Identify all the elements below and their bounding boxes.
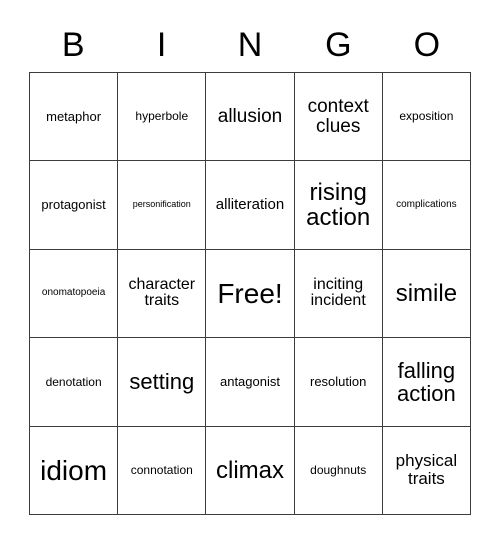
bingo-cell-label: Free! — [217, 277, 283, 309]
bingo-cell-label: metaphor — [46, 108, 102, 124]
bingo-cell-free-space[interactable]: Free! — [206, 249, 295, 339]
bingo-cell-o5[interactable]: physical traits — [382, 426, 471, 515]
header-letter-o: O — [413, 26, 441, 64]
bingo-cell-label: antagonist — [219, 374, 280, 390]
bingo-cell-label: protagonist — [41, 197, 106, 213]
bingo-cell-label: connotation — [130, 463, 193, 477]
bingo-cell-g5[interactable]: doughnuts — [294, 426, 383, 515]
bingo-cell-label: physical traits — [395, 451, 458, 489]
bingo-cell-label: simile — [395, 279, 458, 307]
bingo-header: B I N G O — [29, 19, 471, 71]
bingo-cell-o2[interactable]: complications — [382, 161, 471, 250]
bingo-cell-i2[interactable]: personification — [118, 161, 207, 250]
bingo-cell-label: falling action — [397, 357, 456, 406]
bingo-cell-label: setting — [129, 369, 195, 395]
bingo-cell-label: idiom — [40, 454, 108, 486]
bingo-cell-label: onomatopoeia — [41, 287, 106, 299]
bingo-card: B I N G O metaphor hyperbole allusion co… — [0, 0, 500, 544]
bingo-cell-label: doughnuts — [310, 463, 367, 477]
bingo-cell-i1[interactable]: hyperbole — [118, 73, 207, 162]
bingo-cell-label: alliteration — [215, 196, 285, 214]
bingo-cell-b3[interactable]: onomatopoeia — [30, 249, 119, 339]
bingo-cell-label: rising action — [306, 178, 371, 232]
bingo-cell-n1[interactable]: allusion — [206, 73, 295, 162]
bingo-cell-label: hyperbole — [135, 109, 189, 124]
bingo-cell-n5[interactable]: climax — [206, 426, 295, 515]
bingo-cell-label: denotation — [45, 374, 102, 389]
bingo-cell-label: inciting incident — [310, 275, 366, 310]
bingo-cell-label: resolution — [310, 374, 367, 390]
bingo-cell-o4[interactable]: falling action — [382, 338, 471, 427]
bingo-cell-n4[interactable]: antagonist — [206, 338, 295, 427]
bingo-cell-i5[interactable]: connotation — [118, 426, 207, 515]
bingo-cell-b5[interactable]: idiom — [30, 426, 119, 515]
bingo-cell-label: context clues — [307, 95, 369, 137]
bingo-cell-b4[interactable]: denotation — [30, 338, 119, 427]
header-letter-b: B — [61, 26, 85, 64]
bingo-cell-b1[interactable]: metaphor — [30, 73, 119, 162]
bingo-cell-b2[interactable]: protagonist — [30, 161, 119, 250]
bingo-cell-label: climax — [215, 456, 284, 484]
bingo-cell-i4[interactable]: setting — [118, 338, 207, 427]
bingo-cell-label: complications — [396, 198, 457, 210]
bingo-cell-label: allusion — [217, 105, 283, 127]
bingo-cell-g1[interactable]: context clues — [294, 73, 383, 162]
bingo-cell-o3[interactable]: simile — [382, 249, 471, 339]
bingo-cell-label: exposition — [399, 109, 454, 124]
bingo-cell-i3[interactable]: character traits — [118, 249, 207, 339]
header-letter-i: I — [156, 26, 167, 64]
bingo-cell-g4[interactable]: resolution — [294, 338, 383, 427]
header-letter-n: N — [237, 26, 263, 64]
bingo-cell-label: character traits — [128, 275, 196, 310]
bingo-cell-o1[interactable]: exposition — [382, 73, 471, 162]
header-letter-g: G — [325, 26, 352, 64]
bingo-cell-n2[interactable]: alliteration — [206, 161, 295, 250]
bingo-cell-g3[interactable]: inciting incident — [294, 249, 383, 339]
bingo-cell-g2[interactable]: rising action — [294, 161, 383, 250]
bingo-cell-label: personification — [132, 199, 191, 210]
bingo-grid: metaphor hyperbole allusion context clue… — [29, 72, 471, 515]
